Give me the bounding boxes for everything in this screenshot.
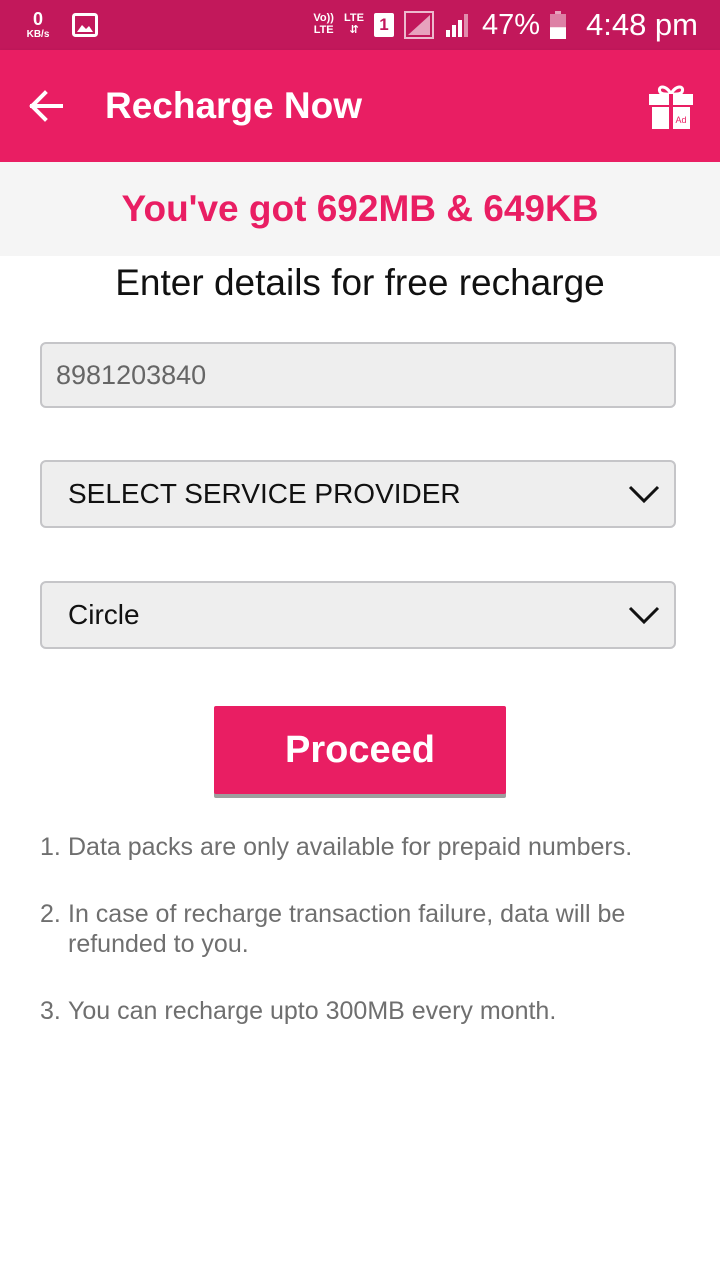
- note-text: Data packs are only available for prepai…: [68, 833, 633, 861]
- battery-icon: [549, 11, 566, 39]
- proceed-button[interactable]: Proceed: [214, 706, 506, 794]
- note-number: 2.: [40, 900, 61, 928]
- battery-percent: 47%: [481, 8, 540, 41]
- page-title: Recharge Now: [105, 85, 363, 126]
- network-speed-unit: KB/s: [26, 29, 50, 40]
- sim-badge: 1: [373, 13, 394, 37]
- note-text: In case of recharge transaction failure,…: [68, 900, 626, 958]
- network-speed: 0 KB/s: [20, 10, 56, 40]
- signal-sim1-icon: [403, 11, 434, 39]
- list-item: 2. In case of recharge transaction failu…: [40, 899, 680, 959]
- note-number: 3.: [40, 997, 61, 1025]
- circle-label: Circle: [68, 599, 140, 630]
- clock: 4:48 pm: [585, 7, 698, 42]
- volte-indicator: Vo)) LTE: [313, 13, 334, 36]
- data-arrows-icon: ⇵: [349, 24, 359, 36]
- app-bar: Recharge Now Ad: [0, 50, 720, 162]
- note-number: 1.: [40, 833, 61, 861]
- volte-bottom: LTE: [313, 24, 334, 36]
- form-heading: Enter details for free recharge: [115, 262, 605, 303]
- list-item: 1. Data packs are only available for pre…: [40, 832, 680, 862]
- list-item: 3. You can recharge upto 300MB every mon…: [40, 996, 680, 1026]
- notes-list: 1. Data packs are only available for pre…: [40, 832, 680, 1063]
- gift-ad-label: Ad: [675, 115, 686, 125]
- data-balance-banner: You've got 692MB & 649KB: [0, 162, 720, 256]
- back-arrow-icon[interactable]: [28, 86, 68, 126]
- note-text: You can recharge upto 300MB every month.: [68, 997, 557, 1025]
- network-speed-value: 0: [32, 9, 43, 29]
- gallery-notification-icon: [72, 13, 98, 37]
- chevron-down-icon: [628, 485, 660, 504]
- status-bar: 0 KB/s Vo)) LTE LTE ⇵ 1 47% 4:48 pm: [0, 0, 720, 50]
- circle-select[interactable]: Circle: [40, 581, 676, 649]
- gift-ad-icon[interactable]: Ad: [648, 82, 694, 130]
- chevron-down-icon: [628, 606, 660, 625]
- signal-strength-icon: [445, 14, 468, 37]
- data-balance-text: You've got 692MB & 649KB: [121, 188, 599, 229]
- service-provider-select[interactable]: SELECT SERVICE PROVIDER: [40, 460, 676, 528]
- phone-number-field[interactable]: [40, 342, 676, 408]
- phone-number-input[interactable]: [42, 358, 674, 392]
- service-provider-label: SELECT SERVICE PROVIDER: [68, 478, 461, 509]
- lte-indicator: LTE ⇵: [344, 13, 364, 36]
